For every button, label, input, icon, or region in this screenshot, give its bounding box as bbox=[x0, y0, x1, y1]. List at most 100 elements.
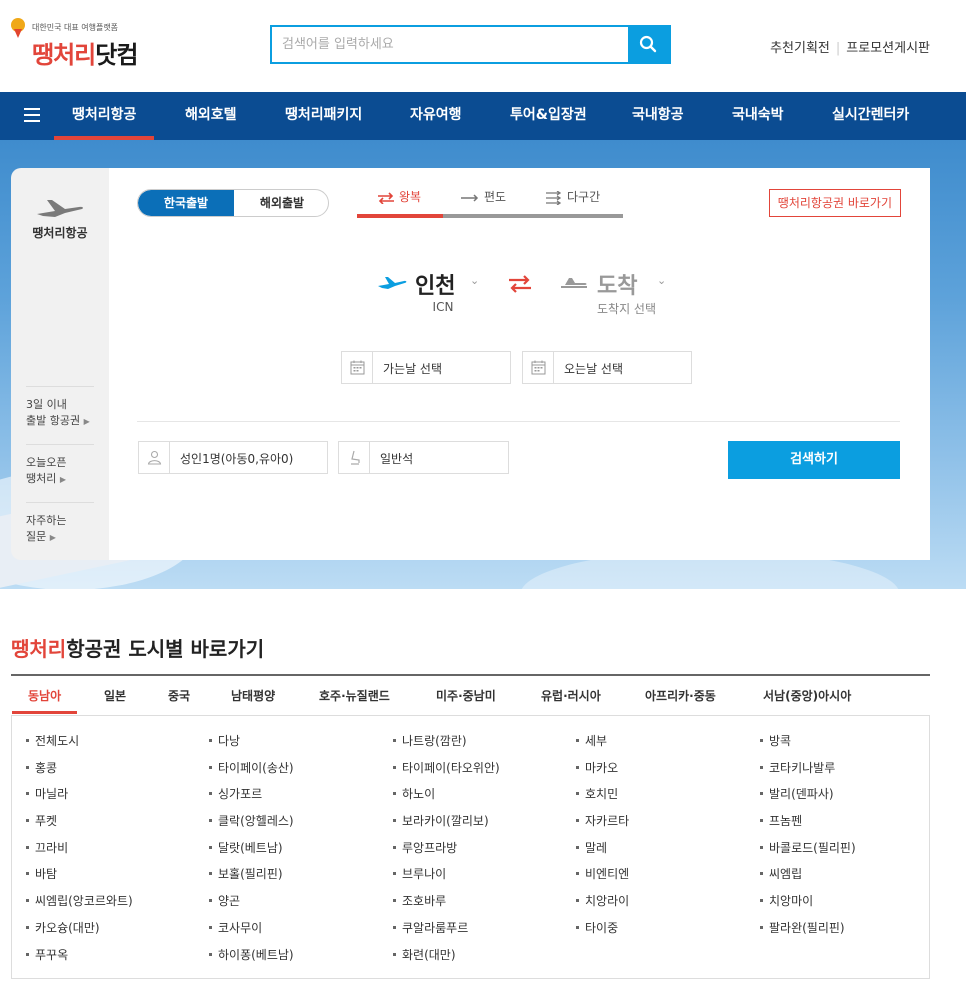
swap-icon[interactable] bbox=[507, 275, 533, 293]
tab-southeast-asia[interactable]: 동남아 bbox=[11, 687, 78, 714]
side-link-today-open[interactable]: 오늘오픈 땡처리 ▶ bbox=[26, 444, 94, 488]
city-link[interactable]: 세부 bbox=[576, 732, 629, 759]
city-link[interactable]: 타이페이(송산) bbox=[209, 759, 294, 786]
side-link-line: 3일 이내 bbox=[26, 398, 67, 411]
nav-item-hotels[interactable]: 해외호텔 bbox=[185, 92, 237, 140]
passenger-selector[interactable]: 성인1명(아동0,유아0) bbox=[138, 441, 328, 474]
return-date-field[interactable]: 오는날 선택 bbox=[522, 351, 692, 384]
link-promotion-board[interactable]: 프로모션게시판 bbox=[846, 41, 930, 56]
departure-overseas-button[interactable]: 해외출발 bbox=[234, 190, 328, 216]
city-link[interactable]: 클락(앙헬레스) bbox=[209, 812, 294, 839]
city-link[interactable]: 프놈펜 bbox=[760, 812, 856, 839]
destination-placeholder: 도착지 선택 bbox=[597, 302, 657, 316]
city-link[interactable]: 하노이 bbox=[393, 785, 500, 812]
calendar-icon bbox=[342, 352, 373, 383]
city-link[interactable]: 호치민 bbox=[576, 785, 629, 812]
chevron-down-icon: ⌄ bbox=[470, 274, 480, 287]
city-link[interactable]: 홍콩 bbox=[26, 759, 133, 786]
city-link[interactable]: 푸꾸옥 bbox=[26, 946, 133, 973]
side-link-line: 출발 항공권 bbox=[26, 414, 81, 427]
tab-round-trip[interactable]: 왕복 bbox=[377, 188, 421, 214]
one-way-icon bbox=[461, 193, 479, 202]
tab-europe-russia[interactable]: 유럽·러시아 bbox=[541, 687, 601, 704]
search-input[interactable] bbox=[272, 27, 630, 62]
seat-icon bbox=[339, 442, 370, 473]
departure-korea-button[interactable]: 한국출발 bbox=[138, 190, 234, 216]
depart-date-field[interactable]: 가는날 선택 bbox=[341, 351, 511, 384]
search-button[interactable] bbox=[628, 27, 669, 62]
side-link-within-3-days[interactable]: 3일 이내 출발 항공권 ▶ bbox=[26, 386, 94, 430]
city-link[interactable]: 코타키나발루 bbox=[760, 759, 856, 786]
city-link[interactable]: 방콕 bbox=[760, 732, 856, 759]
cabin-selector[interactable]: 일반석 bbox=[338, 441, 509, 474]
logo-brand-dark: 닷컴 bbox=[95, 41, 138, 69]
tab-africa-middle-east[interactable]: 아프리카·중동 bbox=[645, 687, 716, 704]
link-recommended[interactable]: 추천기획전 bbox=[770, 41, 830, 56]
nav-item-tours[interactable]: 투어&입장권 bbox=[510, 92, 587, 140]
city-link[interactable]: 나트랑(깜란) bbox=[393, 732, 500, 759]
city-link[interactable]: 바탐 bbox=[26, 865, 133, 892]
nav-item-domestic-stay[interactable]: 국내숙박 bbox=[732, 92, 784, 140]
nav-item-free-travel[interactable]: 자유여행 bbox=[410, 92, 462, 140]
city-link[interactable]: 끄라비 bbox=[26, 839, 133, 866]
link-separator: | bbox=[835, 41, 841, 56]
site-logo[interactable]: 대한민국 대표 여행플랫폼 땡처리닷컴 bbox=[10, 18, 170, 78]
cabin-label: 일반석 bbox=[380, 452, 414, 466]
city-link[interactable]: 다낭 bbox=[209, 732, 294, 759]
tab-one-way[interactable]: 편도 bbox=[460, 188, 506, 214]
city-link[interactable]: 자카르타 bbox=[576, 812, 629, 839]
city-link[interactable]: 치앙마이 bbox=[760, 892, 856, 919]
caret-right-icon: ▶ bbox=[83, 417, 90, 426]
tab-multi-city[interactable]: 다구간 bbox=[545, 188, 600, 214]
city-column: 나트랑(깜란) 타이페이(타오위안) 하노이 보라카이(깔리보) 루앙프라방 브… bbox=[393, 732, 500, 972]
city-link[interactable]: 브루나이 bbox=[393, 865, 500, 892]
city-link[interactable]: 싱가포르 bbox=[209, 785, 294, 812]
tab-australia-nz[interactable]: 호주·뉴질랜드 bbox=[319, 687, 390, 704]
city-link[interactable]: 하이퐁(베트남) bbox=[209, 946, 294, 973]
city-link[interactable]: 양곤 bbox=[209, 892, 294, 919]
city-shortcuts-section: 땡처리항공권 도시별 바로가기 동남아 일본 중국 남태평양 호주·뉴질랜드 미… bbox=[11, 633, 930, 979]
flight-shortcut-button[interactable]: 땡처리항공권 바로가기 bbox=[768, 189, 901, 217]
departure-toggle: 한국출발 해외출발 bbox=[137, 189, 329, 217]
tab-south-pacific[interactable]: 남태평양 bbox=[231, 687, 275, 704]
city-link[interactable]: 마카오 bbox=[576, 759, 629, 786]
city-link[interactable]: 쿠알라룸푸르 bbox=[393, 919, 500, 946]
city-link[interactable]: 루앙프라방 bbox=[393, 839, 500, 866]
city-link[interactable]: 씨엠립(앙코르와트) bbox=[26, 892, 133, 919]
city-link[interactable]: 보라카이(깔리보) bbox=[393, 812, 500, 839]
city-link[interactable]: 코사무이 bbox=[209, 919, 294, 946]
calendar-icon bbox=[523, 352, 554, 383]
city-link[interactable]: 조호바루 bbox=[393, 892, 500, 919]
city-link[interactable]: 비엔티엔 bbox=[576, 865, 629, 892]
city-link[interactable]: 보홀(필리핀) bbox=[209, 865, 294, 892]
search-flights-button[interactable]: 검색하기 bbox=[728, 441, 900, 479]
nav-item-domestic-flights[interactable]: 국내항공 bbox=[632, 92, 684, 140]
city-link[interactable]: 발리(덴파사) bbox=[760, 785, 856, 812]
city-link[interactable]: 말레 bbox=[576, 839, 629, 866]
menu-icon[interactable] bbox=[24, 108, 40, 122]
city-link[interactable]: 타이중 bbox=[576, 919, 629, 946]
return-date-label: 오는날 선택 bbox=[564, 362, 624, 376]
city-link[interactable]: 카오슝(대만) bbox=[26, 919, 133, 946]
multi-city-icon bbox=[546, 190, 562, 205]
tab-japan[interactable]: 일본 bbox=[104, 687, 126, 704]
tab-americas[interactable]: 미주·중남미 bbox=[436, 687, 496, 704]
nav-item-flights[interactable]: 땡처리항공 bbox=[53, 92, 155, 140]
city-link[interactable]: 치앙라이 bbox=[576, 892, 629, 919]
tab-china[interactable]: 중국 bbox=[168, 687, 190, 704]
tab-round-trip-label: 왕복 bbox=[399, 190, 422, 204]
city-link[interactable]: 전체도시 bbox=[26, 732, 133, 759]
caret-right-icon: ▶ bbox=[59, 475, 67, 484]
city-link[interactable]: 화련(대만) bbox=[393, 946, 500, 973]
city-link[interactable]: 바콜로드(필리핀) bbox=[760, 839, 856, 866]
nav-item-packages[interactable]: 땡처리패키지 bbox=[285, 92, 362, 140]
city-link[interactable]: 달랏(베트남) bbox=[209, 839, 294, 866]
city-link[interactable]: 팔라완(필리핀) bbox=[760, 919, 856, 946]
side-link-faq[interactable]: 자주하는 질문 ▶ bbox=[26, 502, 94, 546]
city-link[interactable]: 타이페이(타오위안) bbox=[393, 759, 500, 786]
city-link[interactable]: 푸켓 bbox=[26, 812, 133, 839]
city-link[interactable]: 씨엠립 bbox=[760, 865, 856, 892]
city-link[interactable]: 마닐라 bbox=[26, 785, 133, 812]
nav-item-rental-car[interactable]: 실시간렌터카 bbox=[832, 92, 909, 140]
tab-south-central-asia[interactable]: 서남(중앙)아시아 bbox=[763, 687, 851, 704]
